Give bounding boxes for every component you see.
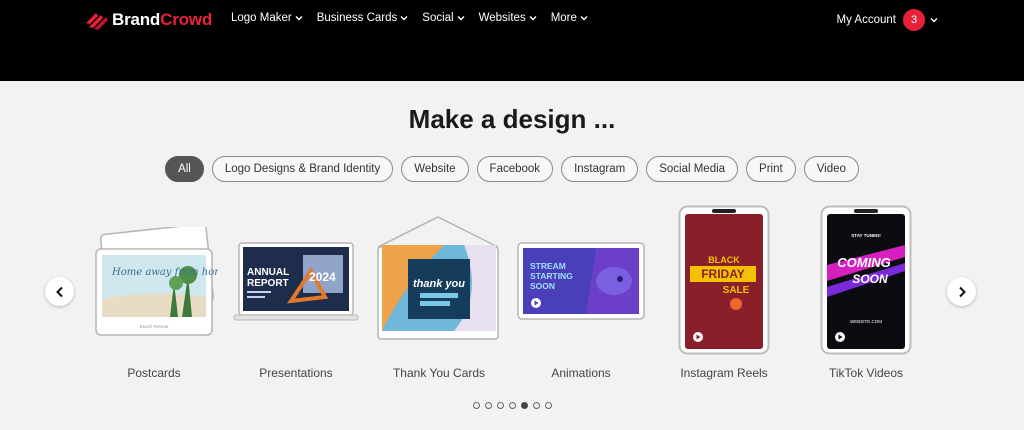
my-account-label: My Account bbox=[836, 14, 896, 26]
reel-line1: BLACK bbox=[708, 255, 740, 265]
filter-instagram[interactable]: Instagram bbox=[561, 156, 639, 182]
filter-facebook[interactable]: Facebook bbox=[476, 156, 554, 182]
carousel-dot[interactable] bbox=[508, 402, 516, 409]
notification-badge: 3 bbox=[903, 9, 925, 31]
item-label: Presentations bbox=[259, 366, 333, 380]
chevron-right-icon bbox=[958, 286, 966, 297]
carousel-item-instagram-reels[interactable]: BLACK FRIDAY SALE Instagram Reels bbox=[674, 205, 774, 380]
chevron-down-icon bbox=[580, 16, 588, 21]
nav-logo-maker[interactable]: Logo Maker bbox=[231, 12, 303, 24]
carousel-dot[interactable] bbox=[520, 402, 528, 409]
filter-all[interactable]: All bbox=[165, 156, 204, 182]
top-navigation-bar: BrandCrowd Logo Maker Business Cards Soc… bbox=[0, 0, 1024, 81]
brandcrowd-logo-icon bbox=[86, 13, 108, 30]
chevron-down-icon bbox=[930, 18, 938, 23]
tiktok-line2: SOON bbox=[852, 272, 888, 286]
carousel-item-presentations[interactable]: ANNUAL REPORT 2024 Presentations bbox=[233, 205, 359, 380]
animation-thumbnail: STREAM STARTING SOON bbox=[517, 242, 645, 320]
tiktok-bottom-text: WEBSITE.COM bbox=[850, 319, 882, 324]
item-label: Postcards bbox=[127, 366, 181, 380]
brand-wordmark: BrandCrowd bbox=[112, 10, 213, 29]
my-account-menu[interactable]: My Account 3 bbox=[837, 9, 938, 31]
carousel-prev-button[interactable] bbox=[45, 277, 74, 306]
animation-line1: STREAM bbox=[530, 261, 566, 271]
item-label: TikTok Videos bbox=[828, 366, 904, 380]
carousel-dot[interactable] bbox=[532, 402, 540, 409]
filter-video[interactable]: Video bbox=[803, 156, 859, 182]
animation-line3: SOON bbox=[530, 281, 555, 291]
postcard-footer-text: Beach Retreat bbox=[140, 324, 170, 329]
filter-print[interactable]: Print bbox=[746, 156, 796, 182]
nav-websites[interactable]: Websites bbox=[479, 12, 537, 24]
carousel-item-postcards[interactable]: Home away from home Beach Retreat Postca… bbox=[88, 205, 220, 380]
presentation-thumbnail: ANNUAL REPORT 2024 bbox=[233, 242, 359, 321]
presentation-title-line1: ANNUAL bbox=[247, 267, 289, 278]
nav-business-cards[interactable]: Business Cards bbox=[317, 12, 409, 24]
carousel-next-button[interactable] bbox=[947, 277, 976, 306]
nav-social[interactable]: Social bbox=[422, 12, 465, 24]
main-nav: Logo Maker Business Cards Social Website… bbox=[231, 12, 588, 24]
nav-more[interactable]: More bbox=[551, 12, 588, 24]
animation-line2: STARTING bbox=[530, 271, 573, 281]
carousel-dot[interactable] bbox=[544, 402, 552, 409]
carousel-dot[interactable] bbox=[484, 402, 492, 409]
carousel-item-animations[interactable]: STREAM STARTING SOON Animations bbox=[516, 205, 646, 380]
filter-chips: All Logo Designs & Brand Identity Websit… bbox=[0, 156, 1024, 182]
chevron-down-icon bbox=[457, 16, 465, 21]
carousel-item-thank-you-cards[interactable]: thank you Thank You Cards bbox=[374, 205, 504, 380]
tiktok-top-text: STAY TUNED! bbox=[851, 233, 881, 238]
carousel-item-tiktok-videos[interactable]: STAY TUNED! COMING SOON WEBSITE.COM TikT… bbox=[816, 205, 916, 380]
carousel-dot[interactable] bbox=[496, 402, 504, 409]
chevron-down-icon bbox=[295, 16, 303, 21]
item-label: Instagram Reels bbox=[680, 366, 768, 380]
filter-social-media[interactable]: Social Media bbox=[646, 156, 739, 182]
chevron-left-icon bbox=[55, 286, 63, 297]
tiktok-line1: COMING bbox=[837, 255, 890, 270]
brandcrowd-logo[interactable]: BrandCrowd bbox=[84, 9, 212, 31]
item-label: Thank You Cards bbox=[392, 366, 486, 380]
instagram-reel-thumbnail: BLACK FRIDAY SALE bbox=[678, 205, 770, 355]
page-title: Make a design ... bbox=[408, 104, 616, 134]
presentation-year: 2024 bbox=[309, 270, 336, 284]
filter-logo-designs[interactable]: Logo Designs & Brand Identity bbox=[211, 156, 394, 182]
postcard-script-text: Home away from home bbox=[111, 267, 218, 278]
carousel-pagination bbox=[0, 402, 1024, 409]
thank-you-text: thank you bbox=[413, 278, 465, 290]
reel-line2: FRIDAY bbox=[701, 267, 745, 281]
filter-website[interactable]: Website bbox=[401, 156, 469, 182]
postcard-thumbnail: Home away from home Beach Retreat bbox=[95, 227, 218, 336]
carousel-dot[interactable] bbox=[472, 402, 480, 409]
thank-you-card-thumbnail: thank you bbox=[377, 216, 499, 340]
chevron-down-icon bbox=[529, 16, 537, 21]
reel-line3: SALE bbox=[723, 285, 750, 296]
tiktok-video-thumbnail: STAY TUNED! COMING SOON WEBSITE.COM bbox=[820, 205, 912, 355]
presentation-title-line2: REPORT bbox=[247, 278, 289, 289]
item-label: Animations bbox=[551, 366, 611, 380]
chevron-down-icon bbox=[400, 16, 408, 21]
